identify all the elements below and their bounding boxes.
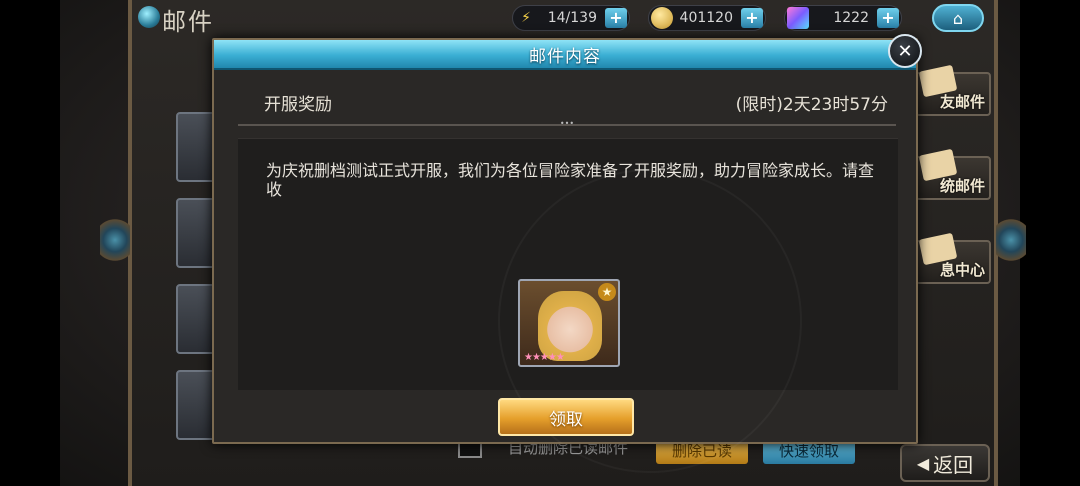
gold-add-button[interactable]: + — [741, 8, 763, 28]
mail-list-item[interactable] — [176, 370, 216, 440]
energy-counter: ⚡ 14/139 + — [512, 5, 630, 31]
energy-value: 14/139 — [547, 10, 597, 26]
character-portrait — [538, 291, 602, 361]
mail-list — [176, 112, 216, 456]
mail-list-item[interactable] — [176, 284, 216, 354]
gem-value: 1222 — [833, 10, 869, 26]
close-icon: ✕ — [897, 40, 913, 62]
right-ornament — [996, 215, 1026, 265]
tab-label: 友邮件 — [939, 93, 985, 111]
gold-counter: 401120 + — [648, 5, 766, 31]
title-gem-icon — [138, 6, 160, 28]
tab-label: 息中心 — [939, 261, 985, 279]
coin-icon — [651, 7, 673, 29]
back-button[interactable]: ◀ 返回 — [900, 444, 990, 482]
screen-title-text: 邮件 — [162, 8, 214, 36]
mail-list-item[interactable] — [176, 112, 216, 182]
close-button[interactable]: ✕ — [888, 34, 922, 68]
mail-expiry-timer: (限时)2天23时57分 — [735, 95, 888, 115]
star-badge-icon: ★ — [598, 283, 616, 301]
claim-button[interactable]: 领取 — [498, 398, 634, 436]
mail-category-tabs: 友邮件 统邮件 息中心 — [915, 64, 991, 324]
back-arrow-icon: ◀ — [916, 453, 930, 473]
home-button[interactable]: ⌂ — [932, 4, 984, 32]
energy-add-button[interactable]: + — [605, 8, 627, 28]
dialog-title: 邮件内容 — [214, 40, 916, 70]
back-label: 返回 — [933, 452, 974, 477]
mail-subject: 开服奖励 — [264, 95, 332, 115]
gold-value: 401120 — [679, 10, 733, 26]
tab-message-center[interactable]: 息中心 — [915, 232, 991, 284]
mail-list-item[interactable] — [176, 198, 216, 268]
tab-system-mail[interactable]: 统邮件 — [915, 148, 991, 200]
lightning-icon: ⚡ — [521, 10, 531, 26]
divider-ornament: ••• — [559, 119, 575, 128]
home-icon: ⌂ — [952, 8, 964, 28]
rarity-stars: ★★★★★ — [524, 352, 565, 363]
mail-body-text: 为庆祝删档测试正式开服，我们为各位冒险家准备了开服奖励，助力冒险家成长。请查收 — [266, 161, 875, 199]
tab-label: 统邮件 — [939, 177, 985, 195]
mail-content-box: 为庆祝删档测试正式开服，我们为各位冒险家准备了开服奖励，助力冒险家成长。请查收 … — [238, 138, 898, 473]
reward-character-card[interactable]: ★ ★★★★★ — [518, 279, 620, 367]
crystal-icon — [787, 7, 809, 29]
screen-title: 邮件 — [138, 2, 258, 36]
tab-friend-mail[interactable]: 友邮件 — [915, 64, 991, 116]
gem-counter: 1222 + — [784, 5, 902, 31]
mail-detail-dialog: 邮件内容 开服奖励 (限时)2天23时57分 ••• 为庆祝删档测试正式开服，我… — [212, 38, 918, 473]
gem-add-button[interactable]: + — [877, 8, 899, 28]
left-ornament — [100, 215, 130, 265]
